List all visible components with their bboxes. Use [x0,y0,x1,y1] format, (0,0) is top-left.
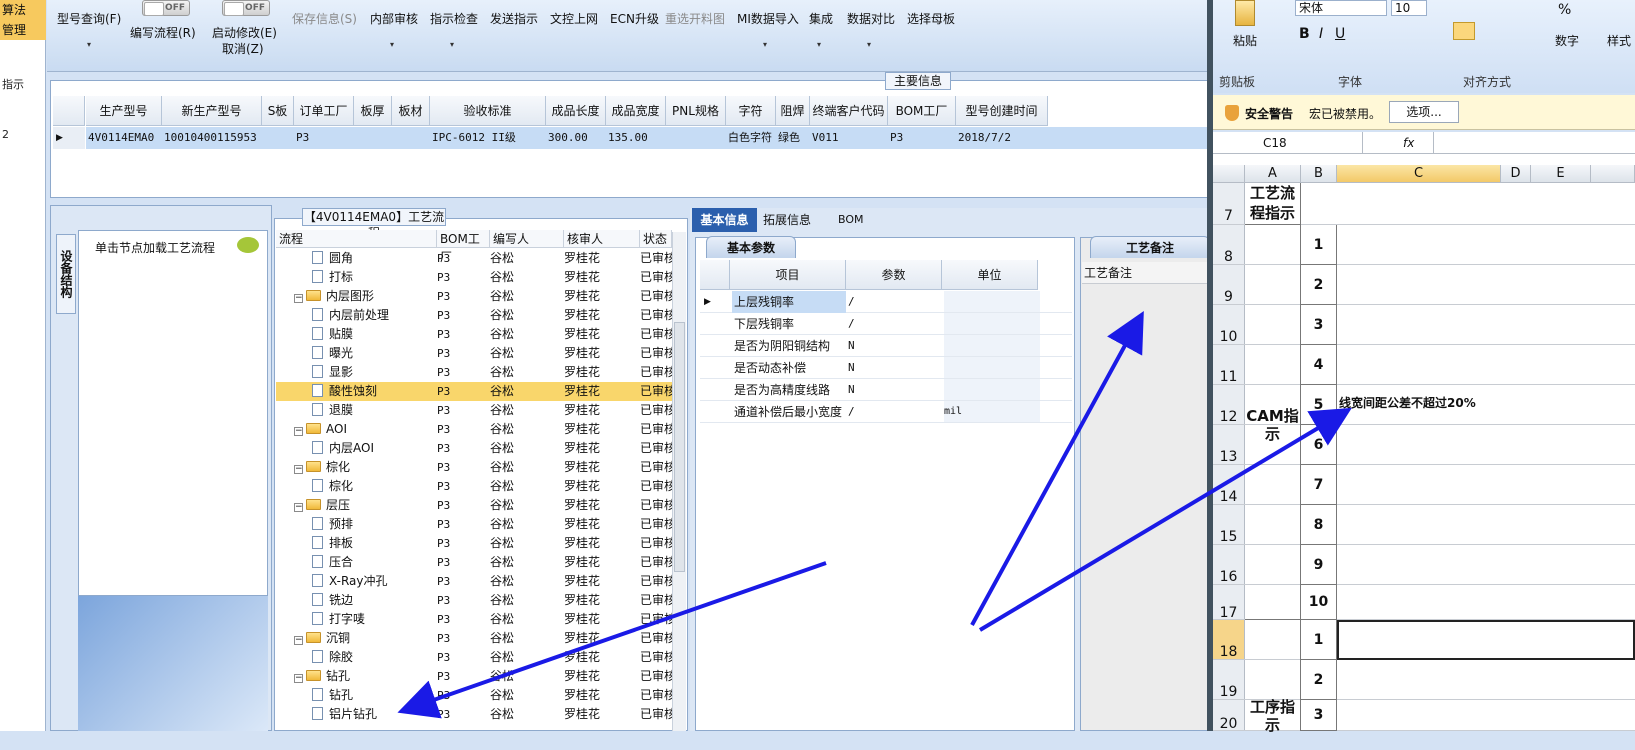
annotation-arrows [397,310,1352,719]
arrow-to-tree [397,561,827,719]
arrow-to-excel-note [978,407,1352,632]
arrow-to-remark [970,310,1144,626]
